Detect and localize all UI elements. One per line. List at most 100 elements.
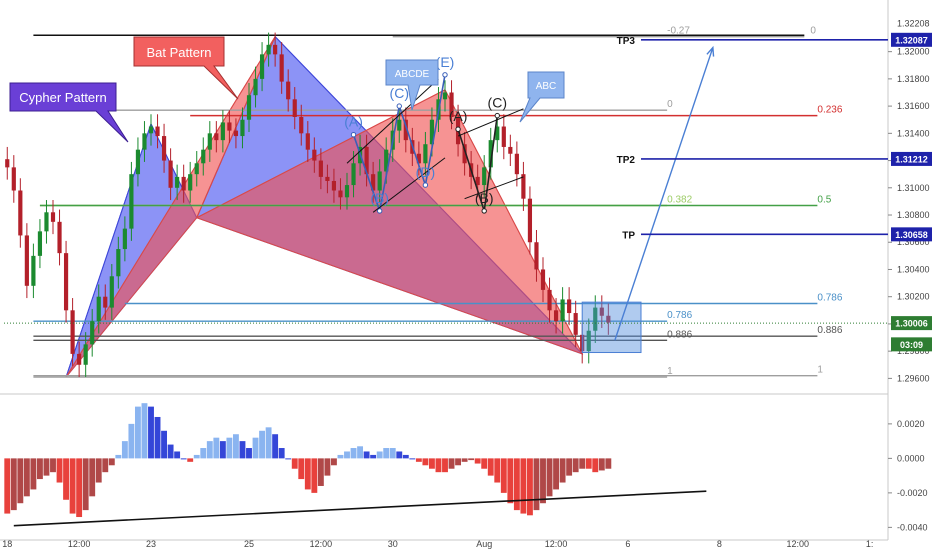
oscillator-bar xyxy=(363,451,370,459)
oscillator-bar xyxy=(259,430,266,459)
candle-body xyxy=(331,180,337,191)
candle-body xyxy=(286,81,291,100)
candle-body xyxy=(560,299,565,322)
callout-cypher-text: Cypher Pattern xyxy=(19,90,106,105)
candle-body xyxy=(83,344,88,365)
oscillator-bar xyxy=(455,458,462,466)
oscillator-bar xyxy=(128,423,135,459)
candle-body xyxy=(482,167,487,186)
oscillator-bar xyxy=(246,448,252,459)
candle-body xyxy=(96,296,101,322)
oscillator-bar xyxy=(219,441,226,459)
candle-body xyxy=(188,174,193,191)
oscillator-bar xyxy=(43,458,50,476)
wave-label-3: (D) xyxy=(416,164,435,180)
candle-body xyxy=(514,153,519,175)
oscillator-bar xyxy=(226,437,233,459)
candle-body xyxy=(175,176,180,188)
oscillator-bar xyxy=(500,458,507,493)
candle-body xyxy=(305,133,310,150)
oscillator-bar xyxy=(566,458,573,476)
candle-body xyxy=(155,126,160,137)
oscillator-bar xyxy=(193,454,200,459)
candle-body xyxy=(553,310,559,322)
candle-body xyxy=(501,126,506,147)
oscillator-bar xyxy=(252,437,259,459)
candle-body xyxy=(37,231,43,256)
oscillator-bar xyxy=(17,458,24,504)
candle-body xyxy=(194,163,199,175)
candle-body xyxy=(90,321,95,345)
oscillator-bar xyxy=(442,458,448,473)
oscillator-bar xyxy=(154,416,161,459)
oscillator-bar xyxy=(115,454,122,459)
callout-abcde-text: ABCDE xyxy=(395,69,430,80)
oscillator-bar xyxy=(95,458,102,483)
price-tick-label-8: 1.30400 xyxy=(897,264,930,274)
fib-label-5: 0.786 xyxy=(817,293,842,304)
oscillator-bar xyxy=(415,458,422,462)
price-label-0: 1.32087 xyxy=(895,35,928,45)
candle-body xyxy=(246,95,252,120)
candle-body xyxy=(181,176,186,191)
oscillator-bar xyxy=(376,451,383,459)
oscillator-bar xyxy=(278,448,285,459)
candle-body xyxy=(63,253,69,311)
oscillator-bar xyxy=(507,458,514,504)
oscillator-bar xyxy=(553,458,560,490)
candle-body xyxy=(292,99,297,117)
osc-tick-label-2: -0.0020 xyxy=(897,488,928,498)
oscillator-bar xyxy=(134,406,141,459)
price-tick-label-1: 1.31800 xyxy=(897,74,930,84)
candle-body xyxy=(44,212,49,232)
fib-label-3: 0.382 xyxy=(667,194,692,205)
oscillator-bar xyxy=(383,448,390,459)
candle-body xyxy=(109,276,114,308)
candle-body xyxy=(279,54,284,82)
candle-body xyxy=(50,212,56,222)
time-label-0: 18 xyxy=(2,539,12,549)
oscillator-bar xyxy=(69,458,76,514)
candle-body xyxy=(161,136,167,161)
fib-label-7: 0.886 xyxy=(667,329,692,340)
oscillator-bar xyxy=(36,458,43,480)
price-tick-label-0: 1.32000 xyxy=(897,47,930,57)
candle-body xyxy=(122,228,127,250)
price-tick-label-3: 1.31400 xyxy=(897,128,930,138)
oscillator-bar xyxy=(585,458,592,469)
oscillator-bar xyxy=(402,454,409,459)
callout-bat-text: Bat Pattern xyxy=(146,45,211,60)
wave-label-5: (A) xyxy=(449,108,468,124)
oscillator-bar xyxy=(298,458,305,480)
candle-body xyxy=(351,163,356,186)
candle-body xyxy=(207,133,212,150)
price-tick-label-9: 1.30200 xyxy=(897,292,930,302)
target-label-0: TP3 xyxy=(617,36,636,47)
oscillator-bar xyxy=(311,458,318,493)
candle-body xyxy=(214,133,219,141)
candle-body xyxy=(116,249,121,277)
wave-label-0: (A) xyxy=(344,114,363,130)
candle-body xyxy=(57,221,62,254)
oscillator-bar xyxy=(559,458,566,483)
oscillator-bar xyxy=(317,458,324,486)
wave-label-7: (C) xyxy=(488,95,507,111)
price-tick-label-2: 1.31600 xyxy=(897,101,930,111)
time-label-8: 6 xyxy=(625,539,630,549)
abcde-zigzag-node xyxy=(376,208,383,214)
oscillator-bar xyxy=(487,458,494,476)
oscillator-bar xyxy=(56,458,63,483)
target-label-2: TP xyxy=(622,230,635,241)
abcde-zigzag-node xyxy=(422,182,429,188)
wave-label-2: (C) xyxy=(390,85,409,101)
candle-body xyxy=(31,255,36,286)
price-tick-label-6: 1.30800 xyxy=(897,210,930,220)
oscillator-bar xyxy=(121,441,128,459)
oscillator-bar xyxy=(167,444,174,459)
time-label-5: 30 xyxy=(388,539,398,549)
candle-body xyxy=(11,167,16,191)
oscillator-bar xyxy=(422,458,429,466)
candle-body xyxy=(325,176,330,181)
candle-body xyxy=(129,174,134,229)
oscillator-bar xyxy=(448,458,455,469)
